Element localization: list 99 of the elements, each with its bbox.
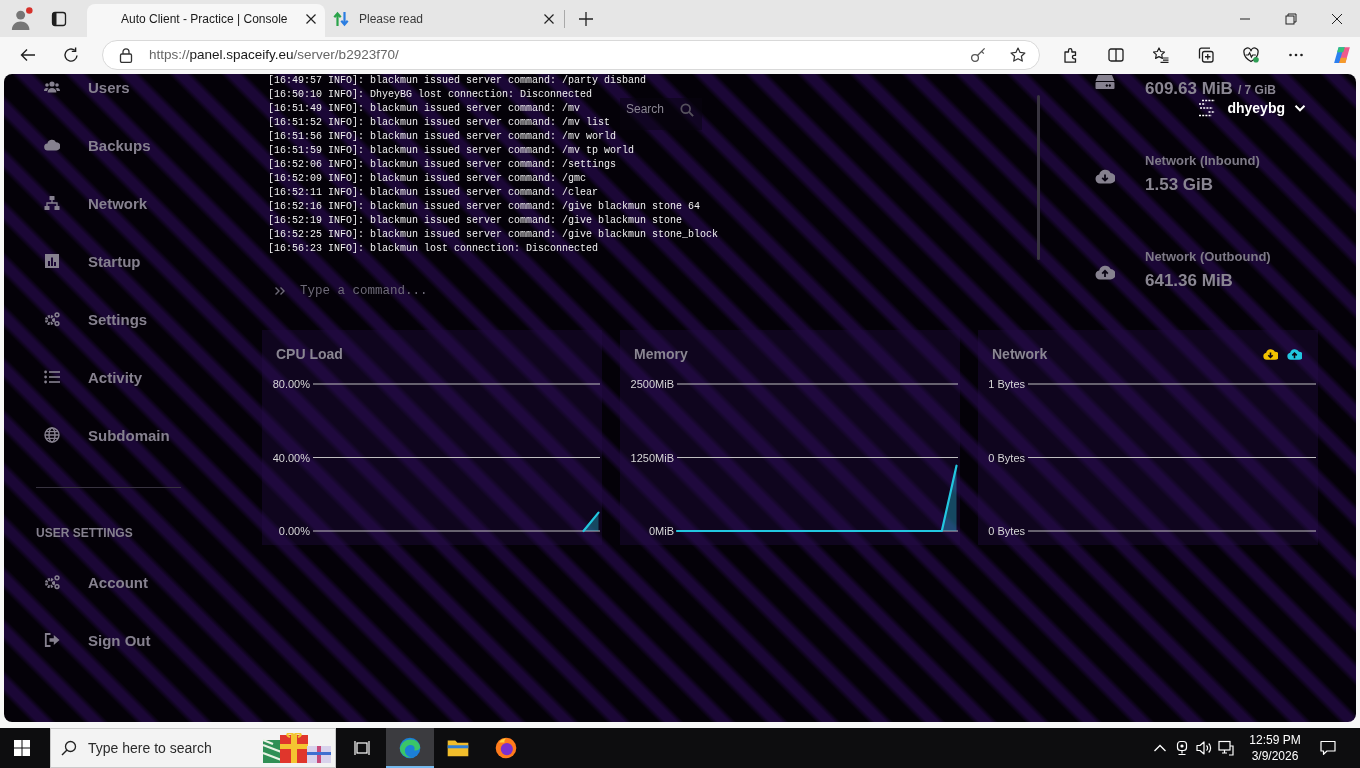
- stat-label: Network (Outbound): [1145, 248, 1271, 266]
- sidebar-item[interactable]: Startup: [4, 248, 149, 274]
- sidebar-item[interactable]: Subdomain: [4, 422, 178, 448]
- folder-icon: [447, 737, 469, 759]
- chart-title: CPU Load: [276, 346, 343, 362]
- stat-value: 1.53 GiB: [1145, 176, 1214, 194]
- command-input[interactable]: Type a command...: [300, 281, 600, 301]
- hard-drive-icon: [1095, 74, 1115, 90]
- cloud-upload-icon: [1095, 264, 1115, 280]
- webcam-icon[interactable]: [1174, 740, 1190, 756]
- console-line: [16:56:23 INFO]: blackmun lost connection: Disconnected: [268, 242, 599, 256]
- console-line: [16:50:10 INFO]: DhyeyBG lost connection: Disconnected: [268, 88, 593, 102]
- search-field[interactable]: Search: [620, 98, 702, 130]
- axis-label: 1250MiB: [630, 451, 674, 464]
- axis-label: 0MiB: [648, 525, 674, 537]
- axis-label: 0.00%: [278, 525, 310, 537]
- sidebar-item[interactable]: Users: [4, 74, 138, 100]
- cloud-download-icon[interactable]: [1263, 348, 1278, 360]
- console-line: [16:51:49 INFO]: blackmun issued server command: /mv: [268, 102, 581, 116]
- sidebar-item[interactable]: Account: [4, 569, 156, 595]
- chevron-down-icon: [1294, 102, 1306, 114]
- clock-time: 12:59 PM: [1249, 732, 1301, 748]
- sidebar-item[interactable]: Settings: [4, 306, 156, 332]
- section-heading: USER SETTINGS: [36, 525, 133, 541]
- ring-app-icon: [495, 737, 517, 759]
- axis-label: 0 Bytes: [988, 451, 1025, 464]
- profile-icon[interactable]: [11, 7, 33, 30]
- search-icon: [680, 103, 694, 117]
- close-icon[interactable]: [305, 13, 317, 25]
- split-screen-icon[interactable]: [1108, 46, 1124, 63]
- stat-value: 609.63 MiB: [1145, 80, 1233, 98]
- console-line: [16:52:16 INFO]: blackmun issued server command: /give blackmun stone 64: [268, 200, 701, 214]
- sidebar-item[interactable]: Activity: [4, 364, 151, 390]
- cloud-download-icon: [1095, 168, 1115, 184]
- address-bar[interactable]: https://panel.spaceify.eu/server/b2923f70/: [102, 39, 1040, 70]
- key-icon[interactable]: [970, 46, 986, 63]
- taskbar-app[interactable]: [386, 728, 434, 768]
- sidebar-item[interactable]: Backups: [4, 132, 159, 158]
- axis-label: 80.00%: [272, 378, 310, 390]
- swirl-app-icon: [399, 737, 421, 759]
- user-menu[interactable]: dhyeybg: [1198, 99, 1306, 117]
- stat-label: Network (Inbound): [1145, 152, 1260, 170]
- restore-icon[interactable]: [1285, 12, 1297, 25]
- refresh-icon[interactable]: [63, 46, 79, 63]
- plus-icon[interactable]: [578, 10, 594, 27]
- tab-actions-icon[interactable]: [51, 10, 67, 27]
- gift-boxes-icon[interactable]: [262, 733, 332, 763]
- console-line: [16:51:56 INFO]: blackmun issued server command: /mv world: [268, 130, 617, 144]
- windows-logo-icon[interactable]: [14, 740, 30, 756]
- sign-out-icon: [44, 632, 60, 648]
- lock-icon: [118, 46, 134, 63]
- sitemap-icon: [44, 195, 60, 211]
- stat-limit: / 7 GiB: [1237, 83, 1276, 97]
- puzzle-icon[interactable]: [1063, 46, 1079, 63]
- star-icon[interactable]: [1010, 46, 1026, 63]
- close-icon[interactable]: [543, 13, 555, 25]
- double-chevron-icon: [274, 285, 286, 297]
- notification-icon[interactable]: [1320, 740, 1336, 756]
- speaker-icon[interactable]: [1196, 740, 1212, 756]
- console-line: [16:52:09 INFO]: blackmun issued server command: /gmc: [268, 172, 587, 186]
- task-view-icon[interactable]: [354, 740, 370, 756]
- sidebar-item[interactable]: Sign Out: [4, 627, 159, 653]
- chart-title: Network: [992, 346, 1048, 362]
- back-arrow-icon[interactable]: [20, 46, 36, 63]
- monitor-icon[interactable]: [1218, 740, 1234, 756]
- logo-icon[interactable]: [1333, 45, 1351, 64]
- console-line: [16:51:59 INFO]: blackmun issued server command: /mv tp world: [268, 144, 635, 158]
- stat-value: 641.36 MiB: [1145, 272, 1233, 290]
- list-icon: [44, 369, 60, 385]
- close-icon[interactable]: [1331, 12, 1343, 25]
- console-line: [16:52:19 INFO]: blackmun issued server command: /give blackmun stone: [268, 214, 683, 228]
- console-line: [16:49:57 INFO]: blackmun issued server command: /party disband: [268, 74, 647, 88]
- scrollbar[interactable]: [1037, 95, 1040, 260]
- console-line: [16:52:11 INFO]: blackmun issued server command: /clear: [268, 186, 599, 200]
- sidebar-item[interactable]: Network: [4, 190, 156, 216]
- browser-tab[interactable]: Auto Client - Practice | Console: [87, 4, 325, 37]
- axis-label: 2500MiB: [630, 378, 674, 390]
- globe-icon: [44, 427, 60, 443]
- console-line: [16:51:52 INFO]: blackmun issued server command: /mv list: [268, 116, 611, 130]
- striped-logo-icon: [1198, 99, 1217, 117]
- arrows-icon: [333, 11, 349, 27]
- cloud-icon: [44, 137, 60, 153]
- clock-date: 3/9/2026: [1251, 748, 1299, 764]
- bar-chart-icon: [44, 253, 60, 269]
- axis-label: 0 Bytes: [988, 525, 1025, 537]
- search-icon: [61, 740, 77, 756]
- browser-tab[interactable]: Please read: [325, 4, 563, 37]
- console-line: [16:52:25 INFO]: blackmun issued server command: /give blackmun stone_block: [268, 228, 719, 242]
- gears-icon: [44, 311, 60, 327]
- chart-title: Memory: [634, 346, 688, 362]
- favorites-icon[interactable]: [1153, 46, 1169, 63]
- axis-label: 40.00%: [272, 451, 310, 464]
- collections-icon[interactable]: [1198, 46, 1214, 63]
- cloud-upload-icon[interactable]: [1287, 348, 1302, 360]
- console-line: [16:52:06 INFO]: blackmun issued server command: /settings: [268, 158, 617, 172]
- axis-label: 1 Bytes: [988, 378, 1025, 390]
- gears-icon: [44, 574, 60, 590]
- users-icon: [44, 79, 60, 95]
- heart-pulse-icon[interactable]: [1243, 46, 1259, 63]
